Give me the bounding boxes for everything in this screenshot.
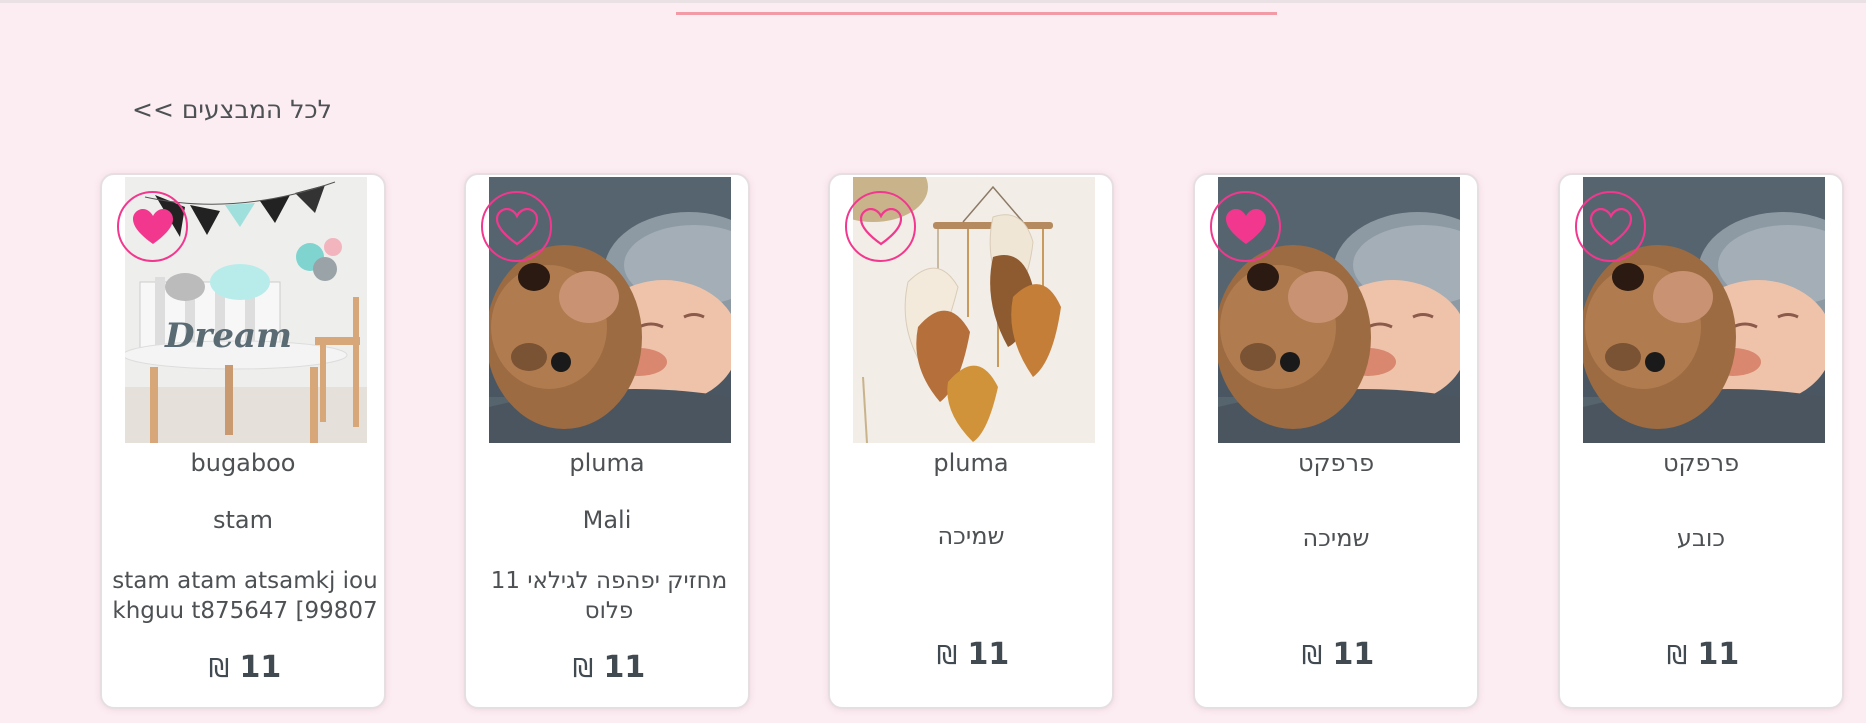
favorite-heart-icon[interactable] — [845, 191, 916, 262]
currency-symbol: ₪ — [572, 654, 594, 684]
favorite-heart-icon[interactable] — [117, 191, 188, 262]
product-name: שמיכה — [1302, 524, 1370, 552]
favorite-heart-icon[interactable] — [481, 191, 552, 262]
header-shadow — [0, 0, 1866, 3]
product-brand: pluma — [569, 449, 645, 477]
product-name: stam — [213, 506, 273, 534]
product-price: 11 ₪ — [572, 650, 646, 685]
product-description: stam atam atsamkj iou khguu t875647 [998… — [112, 568, 378, 624]
favorite-heart-icon[interactable] — [1575, 191, 1646, 262]
product-price: 11 ₪ — [936, 637, 1010, 672]
product-card[interactable]: פרפקט שמיכה 11 ₪ — [1193, 173, 1479, 709]
product-brand: pluma — [933, 449, 1009, 477]
product-price: 11 ₪ — [208, 650, 282, 685]
product-brand: פרפקט — [1297, 449, 1375, 477]
currency-symbol: ₪ — [208, 654, 230, 684]
product-card[interactable]: פרפקט כובע 11 ₪ — [1558, 173, 1844, 709]
product-name: שמיכה — [937, 522, 1005, 550]
currency-symbol: ₪ — [1666, 641, 1688, 671]
product-card[interactable]: pluma Mali מחזיק יפהפה לגילאי 11 פלוס 11… — [464, 173, 750, 709]
product-card[interactable]: pluma שמיכה 11 ₪ — [828, 173, 1114, 709]
product-card[interactable]: bugaboo stam stam atam atsamkj iou khguu… — [100, 173, 386, 709]
favorite-heart-icon[interactable] — [1210, 191, 1281, 262]
all-performers-link[interactable]: לכל המבצעים >> — [132, 94, 332, 126]
product-price: 11 ₪ — [1301, 637, 1375, 672]
product-brand: bugaboo — [190, 449, 296, 477]
section-divider — [676, 12, 1277, 15]
product-name: כובע — [1676, 524, 1726, 552]
product-name: Mali — [582, 506, 632, 534]
currency-symbol: ₪ — [936, 641, 958, 671]
product-brand: פרפקט — [1662, 449, 1740, 477]
currency-symbol: ₪ — [1301, 641, 1323, 671]
product-price: 11 ₪ — [1666, 637, 1740, 672]
product-description: מחזיק יפהפה לגילאי 11 פלוס — [490, 568, 728, 624]
